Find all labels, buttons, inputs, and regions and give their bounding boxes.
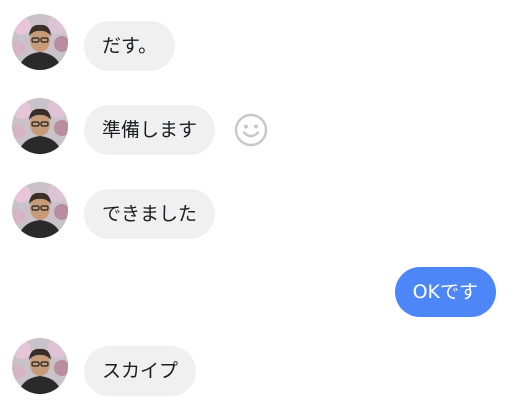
avatar[interactable] [12, 182, 68, 238]
message-row: 準備します [0, 98, 514, 156]
message-bubble[interactable]: できました [84, 189, 216, 239]
avatar[interactable] [12, 98, 68, 154]
message-row: だす。 [0, 14, 514, 72]
avatar[interactable] [12, 338, 68, 394]
message-row: できました [0, 182, 514, 240]
smiley-icon[interactable] [234, 113, 268, 147]
message-bubble[interactable]: スカイプ [84, 346, 197, 396]
avatar[interactable] [12, 14, 68, 70]
chat-thread: だす。 準備します できました OKです スカイプ [0, 0, 514, 404]
message-row: OKです [0, 266, 514, 322]
message-bubble-outgoing[interactable]: OKです [394, 267, 496, 317]
message-bubble[interactable]: 準備します [84, 105, 216, 155]
message-bubble[interactable]: だす。 [84, 21, 176, 71]
message-row: スカイプ [0, 338, 514, 396]
